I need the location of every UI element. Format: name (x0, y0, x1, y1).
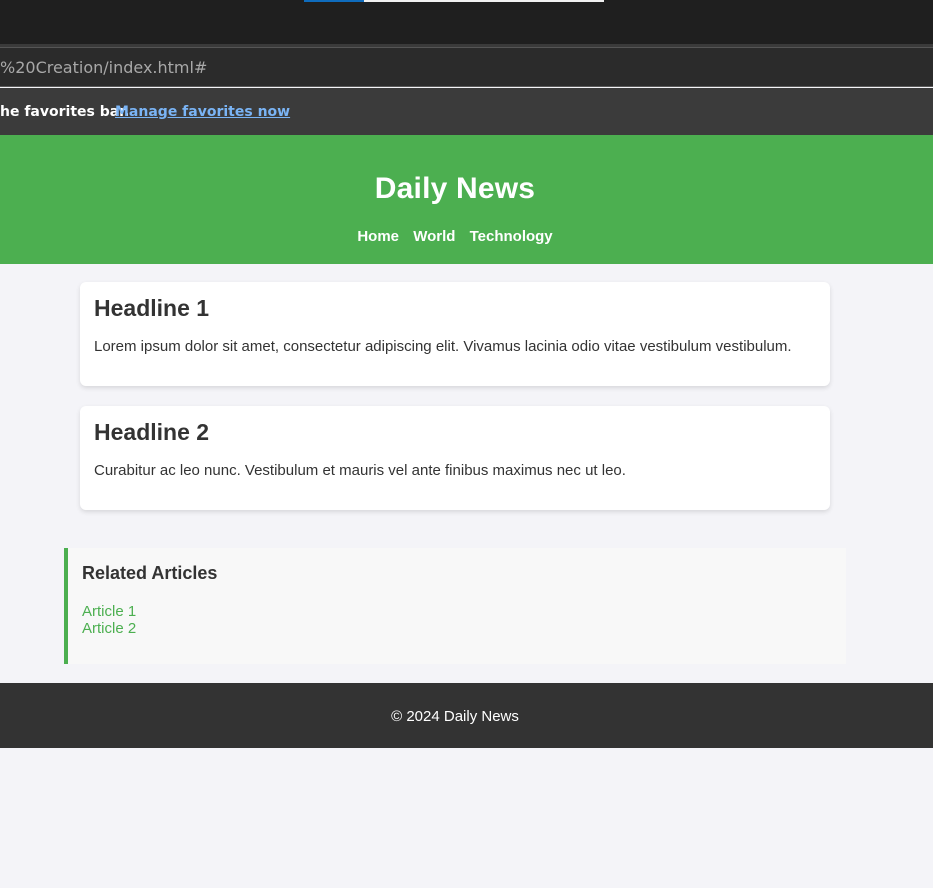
article-body: Lorem ipsum dolor sit amet, consectetur … (94, 338, 792, 355)
nav-link-home[interactable]: Home (357, 228, 399, 245)
list-item: Article 1 (82, 603, 846, 620)
tab-strip[interactable] (364, 0, 604, 2)
browser-tab-bar (0, 0, 933, 44)
related-link-article-2[interactable]: Article 2 (82, 620, 136, 637)
site-title: Daily News (374, 172, 536, 205)
manage-favorites-link[interactable]: Manage favorites now (115, 104, 290, 120)
related-articles: Related Articles Article 1 Article 2 (64, 548, 846, 664)
related-title: Related Articles (82, 563, 218, 583)
article-headline: Headline 1 (94, 295, 210, 321)
site-header: Daily News Home World Technology (0, 135, 933, 264)
article-card: Headline 1 Lorem ipsum dolor sit amet, c… (80, 282, 830, 386)
address-bar[interactable]: %20Creation/index.html# (0, 48, 933, 87)
nav-link-world[interactable]: World (413, 228, 455, 245)
list-item: Article 2 (82, 620, 846, 637)
active-tab-indicator[interactable] (304, 0, 364, 2)
site-footer: © 2024 Daily News (0, 683, 933, 748)
article-body: Curabitur ac leo nunc. Vestibulum et mau… (94, 462, 626, 479)
address-url[interactable]: %20Creation/index.html# (0, 58, 207, 77)
favorites-bar-message: he favorites bar. (0, 104, 130, 120)
favorites-bar-banner: he favorites bar. Manage favorites now (0, 88, 933, 135)
nav-link-technology[interactable]: Technology (470, 228, 553, 245)
footer-copyright: © 2024 Daily News (391, 708, 519, 725)
related-link-article-1[interactable]: Article 1 (82, 603, 136, 620)
related-list: Article 1 Article 2 (82, 603, 846, 637)
article-headline: Headline 2 (94, 419, 210, 445)
article-card: Headline 2 Curabitur ac leo nunc. Vestib… (80, 406, 830, 510)
main-nav: Home World Technology (0, 228, 910, 245)
